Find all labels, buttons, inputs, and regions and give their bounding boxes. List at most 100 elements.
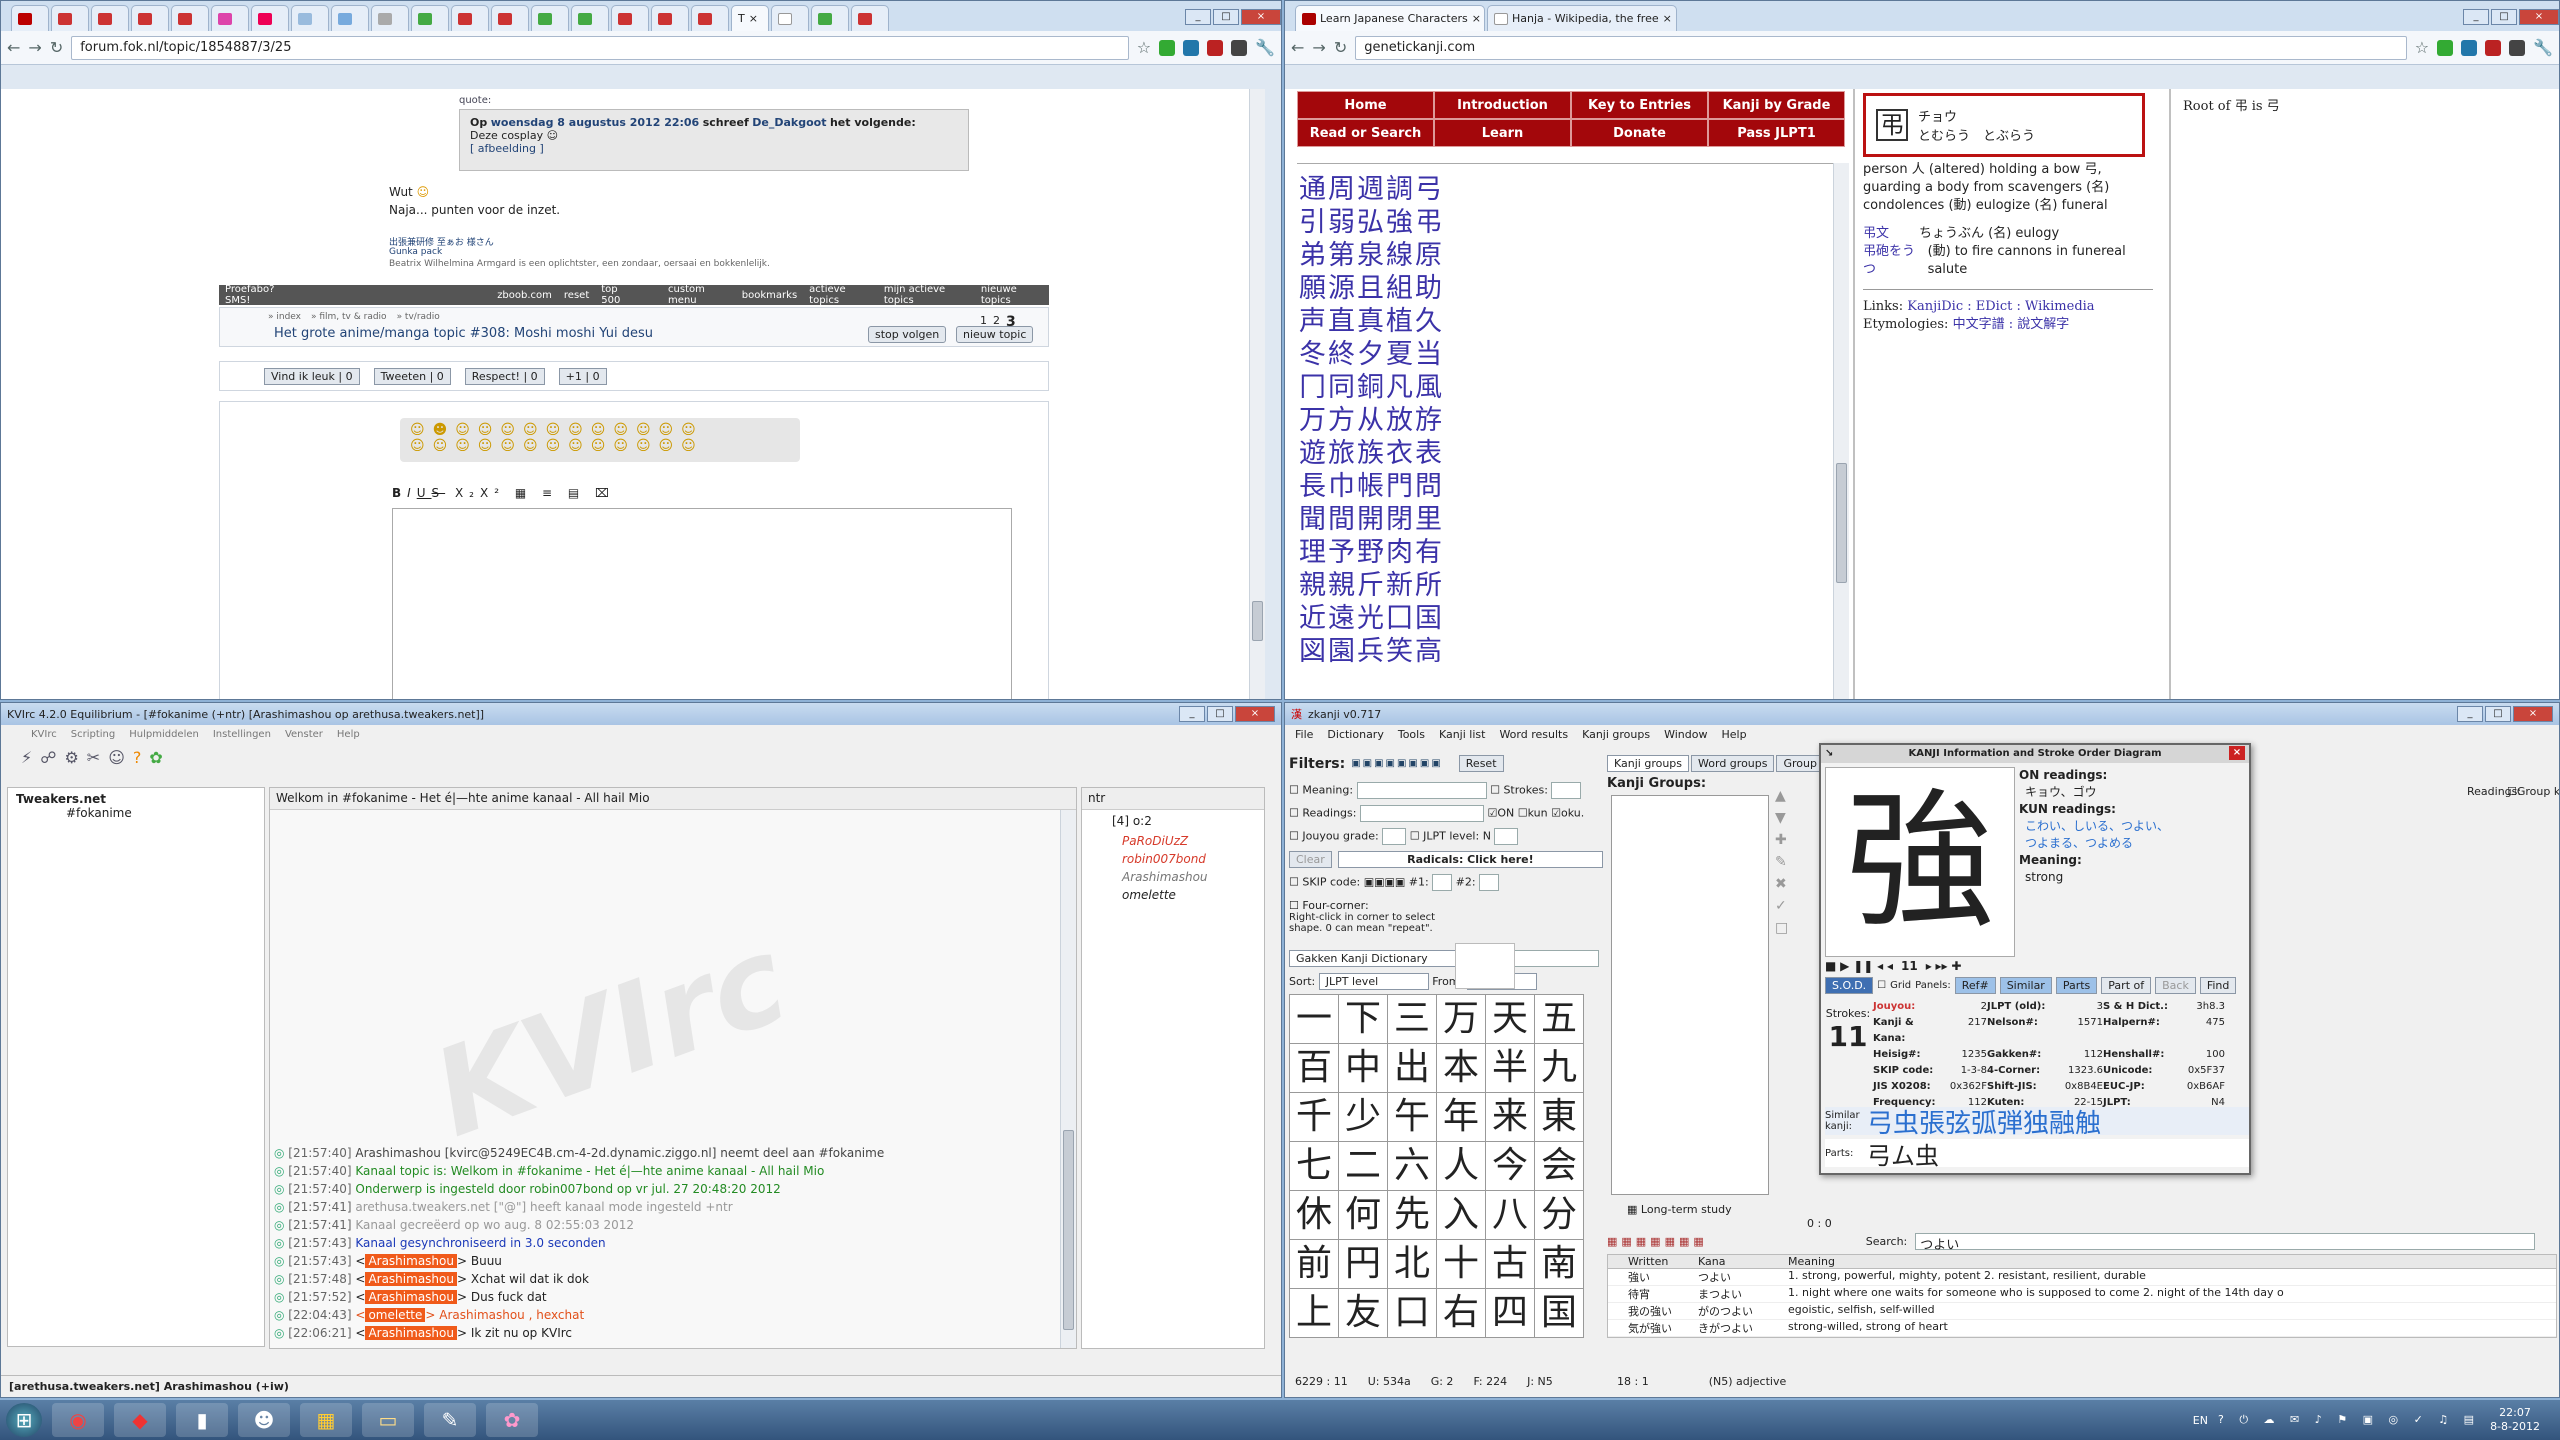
topic-title[interactable]: Het grote anime/manga topic #308: Moshi … [274, 326, 653, 341]
nick[interactable]: Arashimashou [365, 1254, 457, 1268]
minimize-button[interactable]: _ [1185, 9, 1211, 25]
connect-icon[interactable]: ⚡ [21, 748, 32, 767]
user-item[interactable]: PaRoDiUzZ [1082, 832, 1264, 850]
kanji-cell[interactable]: 半 [1486, 1044, 1534, 1092]
longterm-study[interactable]: Long-term study [1641, 1203, 1732, 1216]
kanji-cell[interactable]: 前 [1290, 1240, 1338, 1288]
kanji-cell[interactable]: 一 [1290, 995, 1338, 1043]
tab-kanji-groups[interactable]: Kanji groups [1607, 755, 1690, 772]
tab-17[interactable] [651, 5, 689, 31]
kanji-grid[interactable]: 一下三万天五百中出本半九千少午年来東七二六人今会休何先入八分前円北十古南上友口右… [1289, 994, 1584, 1338]
darkbar-link[interactable]: top 500 [601, 284, 636, 306]
kanji-cell[interactable]: 口 [1388, 1289, 1436, 1337]
kanji-cell[interactable]: 人 [1437, 1142, 1485, 1190]
back-button[interactable]: Back [2155, 977, 2196, 994]
jlpt-checkbox[interactable]: ☐ [1410, 830, 1420, 843]
kanji-cell[interactable]: 九 [1535, 1044, 1583, 1092]
darkbar-link[interactable]: bookmarks [742, 290, 797, 301]
kanji-cell[interactable]: 円 [1339, 1240, 1387, 1288]
kanji-cell[interactable]: 来 [1486, 1093, 1534, 1141]
close-button[interactable]: × [2513, 706, 2553, 722]
jouyou-checkbox[interactable]: ☐ [1289, 830, 1299, 843]
wrench-icon[interactable]: 🔧 [1255, 38, 1275, 57]
oku-checkbox[interactable]: ☑ [1551, 807, 1561, 820]
tab-genetickanji[interactable]: Learn Japanese Characters × [1295, 5, 1485, 31]
fourcorner-shape[interactable] [1455, 943, 1515, 989]
address-bar[interactable]: forum.fok.nl/topic/1854887/3/25 [71, 35, 1129, 60]
stroke-player-controls[interactable]: ■ ▶ ❚❚ ◂ ◂ [1825, 959, 1893, 973]
star-icon[interactable]: ☆ [2415, 38, 2429, 57]
kanji-cell[interactable]: 右 [1437, 1289, 1485, 1337]
kanji-cell[interactable]: 百 [1290, 1044, 1338, 1092]
tab-fok[interactable] [11, 5, 49, 31]
kanji-row[interactable]: 親親斤新所 [1299, 569, 1444, 602]
darkbar-link[interactable]: custom menu [668, 284, 730, 306]
close-button[interactable]: × [2519, 9, 2559, 25]
menu-introduction[interactable]: Introduction [1434, 91, 1571, 119]
external-links[interactable]: KanjiDic : EDict : Wikimedia [1907, 299, 2094, 314]
kanji-cell[interactable]: 四 [1486, 1289, 1534, 1337]
menu-help[interactable]: Help [337, 729, 360, 740]
menu-read-or-search[interactable]: Read or Search [1297, 119, 1434, 147]
scrollbar[interactable] [1833, 163, 1849, 699]
kanji-cell[interactable]: 午 [1388, 1093, 1436, 1141]
word-row[interactable]: 強い つよい 1. strong, powerful, mighty, potent… [1608, 1269, 2556, 1286]
jlpt-input[interactable] [1494, 828, 1519, 845]
kanji-cell[interactable]: 天 [1486, 995, 1534, 1043]
kanji-cell[interactable]: 十 [1437, 1240, 1485, 1288]
skip-1-input[interactable] [1432, 874, 1453, 891]
fourcorner-checkbox[interactable]: ☐ [1289, 899, 1299, 912]
tab-18[interactable] [691, 5, 729, 31]
kanji-cell[interactable]: 南 [1535, 1240, 1583, 1288]
tab-16[interactable] [611, 5, 649, 31]
menu-word-results[interactable]: Word results [1499, 728, 1568, 741]
kanji-cell[interactable]: 六 [1388, 1142, 1436, 1190]
stroke-next-controls[interactable]: ▸ ▸▸ ✚ [1926, 959, 1962, 973]
kanji-cell[interactable]: 中 [1339, 1044, 1387, 1092]
menu-kvirc[interactable]: KVIrc [31, 729, 57, 740]
tab-google[interactable] [811, 5, 849, 31]
parts-button[interactable]: Parts [2055, 977, 2098, 994]
darkbar-link[interactable]: nieuwe topics [981, 284, 1043, 306]
app-icon[interactable]: ▮ [176, 1403, 228, 1437]
extension-icon[interactable] [1183, 39, 1200, 56]
clock-date[interactable]: 8-8-2012 [2490, 1420, 2540, 1434]
tab-2[interactable] [51, 5, 89, 31]
menu-key-to-entries[interactable]: Key to Entries [1571, 91, 1708, 119]
maximize-button[interactable]: □ [1213, 9, 1239, 25]
tab-11[interactable] [411, 5, 449, 31]
kanji-cell[interactable]: 友 [1339, 1289, 1387, 1337]
tab-hanja[interactable]: Hanja - Wikipedia, the free × [1487, 5, 1677, 31]
menu-kanji-by-grade[interactable]: Kanji by Grade [1708, 91, 1845, 119]
nick[interactable]: omelette [365, 1308, 426, 1322]
menu-window[interactable]: Window [1664, 728, 1707, 741]
parts-kanji[interactable]: 弓ム虫 [1867, 1136, 1939, 1171]
respect-button[interactable]: Respect! | 0 [464, 367, 545, 385]
server-icon[interactable]: ☍ [40, 748, 56, 767]
tab-gmail[interactable] [851, 5, 889, 31]
user-item[interactable]: robin007bond [1082, 850, 1264, 868]
compound-word[interactable]: 弔砲をうつ [1863, 243, 1924, 279]
stroke-order-diagram[interactable]: 強 [1825, 767, 2015, 957]
chrome-icon[interactable]: ◉ [52, 1403, 104, 1437]
etymology-links[interactable]: 中文字譜 : 說文解字 [1953, 317, 2070, 332]
sort-select[interactable]: JLPT level [1318, 973, 1429, 990]
tweet-button[interactable]: Tweeten | 0 [373, 367, 451, 385]
star-icon[interactable]: ☆ [1137, 38, 1151, 57]
app-icon[interactable]: ◆ [114, 1403, 166, 1437]
google-plus-button[interactable]: +1 | 0 [558, 367, 607, 385]
extension-icon[interactable] [2437, 39, 2454, 56]
kanji-cell[interactable]: 上 [1290, 1289, 1338, 1337]
back-icon[interactable]: ← [1291, 38, 1304, 57]
quote-image-link[interactable]: [ afbeelding ] [470, 142, 958, 155]
close-button[interactable]: × [1235, 706, 1275, 722]
kanji-row[interactable]: 声直真植久 [1299, 305, 1444, 338]
minimize-button[interactable]: _ [2463, 9, 2489, 25]
kanji-row[interactable]: 図園兵笑高 [1299, 635, 1444, 668]
pin-icon[interactable]: ↘ [1825, 745, 1833, 763]
tab-4[interactable] [131, 5, 169, 31]
grid-checkbox[interactable]: ☐ [1877, 980, 1886, 991]
maximize-button[interactable]: □ [2485, 706, 2511, 722]
forward-icon[interactable]: → [28, 38, 41, 57]
kanji-row[interactable]: 万方从放斿 [1299, 404, 1444, 437]
